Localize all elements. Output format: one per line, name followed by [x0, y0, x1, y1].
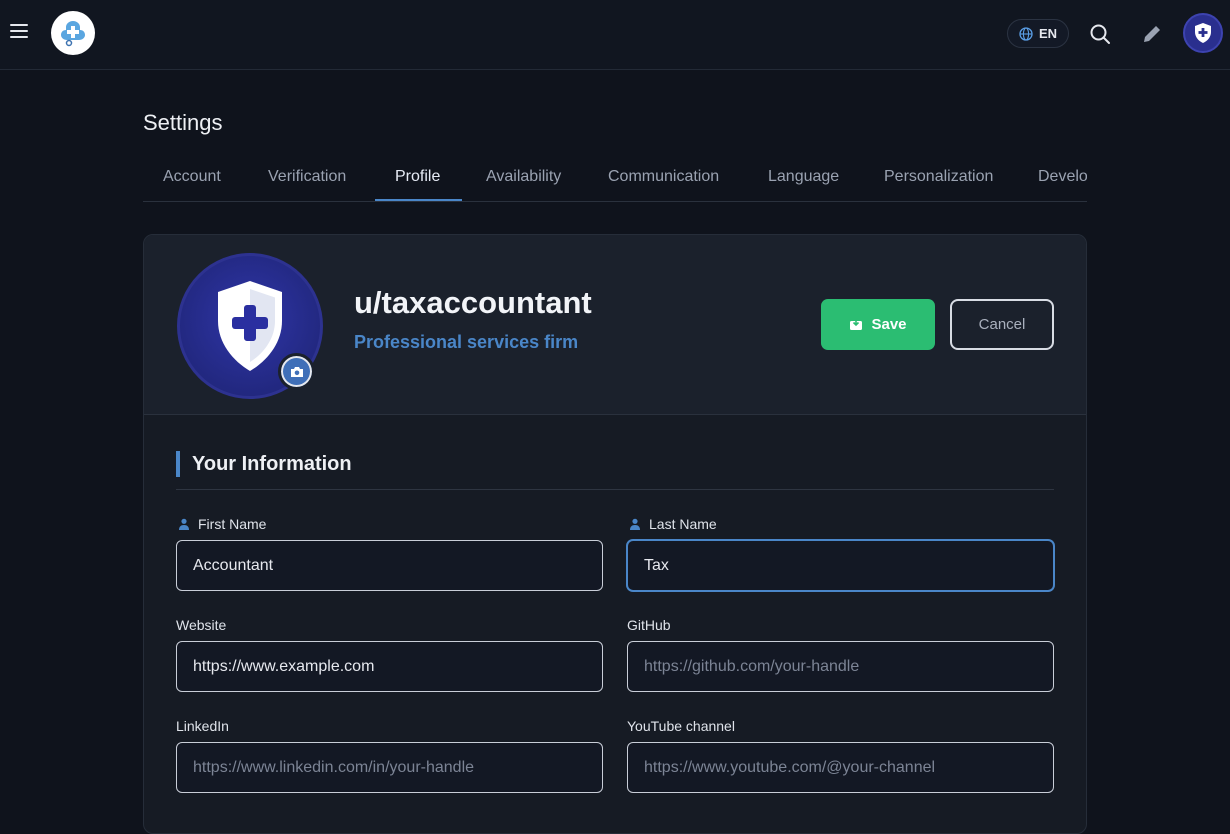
cancel-button[interactable]: Cancel	[950, 299, 1054, 350]
section-title: Your Information	[176, 451, 352, 477]
youtube-field[interactable]	[627, 742, 1054, 793]
profile-subtitle: Professional services firm	[354, 332, 579, 352]
user-avatar[interactable]	[1183, 13, 1223, 53]
save-label: Save	[871, 316, 907, 333]
youtube-label: YouTube channel	[627, 718, 735, 734]
search-icon[interactable]	[1088, 22, 1112, 46]
active-tab-indicator	[375, 199, 462, 201]
tab-developer[interactable]: Develo	[1038, 155, 1087, 201]
website-field[interactable]	[176, 641, 603, 692]
page-title: Settings	[143, 110, 223, 135]
linkedin-label: LinkedIn	[176, 718, 229, 734]
first-name-field[interactable]	[176, 540, 603, 591]
person-icon	[630, 518, 640, 530]
top-bar: EN	[0, 0, 1230, 70]
tab-profile[interactable]: Profile	[395, 155, 440, 201]
save-button[interactable]: Save	[821, 299, 935, 350]
language-label: EN	[1038, 26, 1058, 41]
tab-language[interactable]: Language	[768, 155, 839, 201]
globe-icon	[1019, 26, 1033, 41]
github-label: GitHub	[627, 617, 671, 633]
menu-icon[interactable]	[10, 24, 28, 40]
tab-verification[interactable]: Verification	[268, 155, 346, 201]
profile-card: u/taxaccountant Professional services fi…	[143, 234, 1087, 834]
last-name-label: Last Name	[629, 516, 717, 532]
profile-header: u/taxaccountant Professional services fi…	[144, 235, 1086, 415]
shield-icon	[1195, 23, 1211, 43]
first-name-label-text: First Name	[198, 516, 267, 532]
person-icon	[179, 518, 189, 530]
linkedin-field[interactable]	[176, 742, 603, 793]
tab-communication[interactable]: Communication	[608, 155, 719, 201]
logo-icon[interactable]	[51, 11, 95, 55]
edit-icon[interactable]	[1140, 22, 1164, 46]
last-name-field[interactable]	[627, 540, 1054, 591]
shield-icon	[218, 281, 282, 371]
last-name-label-text: Last Name	[649, 516, 717, 532]
profile-username: u/taxaccountant	[354, 285, 592, 320]
github-field[interactable]	[627, 641, 1054, 692]
first-name-label: First Name	[178, 516, 266, 532]
change-avatar-button[interactable]	[278, 353, 315, 390]
section-divider	[176, 489, 1054, 490]
tab-availability[interactable]: Availability	[486, 155, 561, 201]
tab-personalization[interactable]: Personalization	[884, 155, 993, 201]
settings-tabs: Account Verification Profile Availabilit…	[143, 155, 1087, 202]
tab-account[interactable]: Account	[163, 155, 221, 201]
language-button[interactable]: EN	[1007, 19, 1069, 48]
website-label: Website	[176, 617, 227, 633]
save-icon	[850, 319, 863, 330]
camera-icon	[290, 366, 303, 377]
